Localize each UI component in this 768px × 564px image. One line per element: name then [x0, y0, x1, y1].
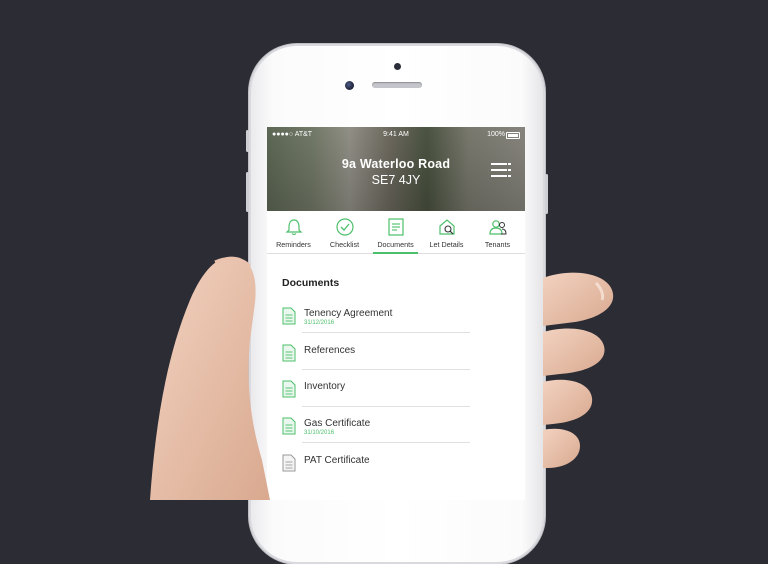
tab-label: Tenants — [484, 240, 511, 249]
volume-up-button — [246, 172, 249, 212]
battery-icon — [506, 132, 520, 139]
tab-checklist[interactable]: Checklist — [319, 211, 370, 253]
status-bar: ●●●●○ AT&T 9:41 AM 100% — [267, 129, 525, 141]
tab-let-details[interactable]: Let Details — [421, 211, 472, 253]
battery-percent: 100% — [487, 131, 505, 138]
document-list-icon — [388, 218, 404, 236]
document-name: Tenency Agreement — [304, 308, 393, 319]
power-button — [545, 174, 548, 214]
tab-tenants[interactable]: Tenants — [472, 211, 523, 253]
document-item[interactable]: Gas Certificate 31/10/2016 — [282, 417, 512, 449]
check-circle-icon — [336, 218, 354, 236]
tab-label: Reminders — [276, 240, 311, 249]
document-item[interactable]: Inventory — [282, 380, 512, 412]
document-item[interactable]: PAT Certificate — [282, 454, 512, 486]
document-item[interactable]: References — [282, 344, 512, 376]
divider — [302, 406, 470, 407]
property-address: 9a Waterloo Road SE7 4JY — [267, 157, 525, 187]
document-icon — [282, 307, 296, 325]
house-search-icon — [439, 219, 455, 235]
front-camera — [345, 81, 354, 90]
document-date: 31/12/2016 — [304, 320, 335, 326]
earpiece-speaker — [372, 82, 422, 88]
bell-icon — [285, 219, 303, 236]
divider — [302, 332, 470, 333]
document-name: References — [304, 345, 356, 356]
app-screen: ●●●●○ AT&T 9:41 AM 100% 9a Waterloo Road… — [267, 127, 525, 500]
postcode: SE7 4JY — [371, 173, 421, 187]
document-date: 31/10/2016 — [304, 430, 335, 436]
address-line: 9a Waterloo Road — [341, 157, 451, 171]
document-icon — [282, 454, 296, 472]
document-item[interactable]: Tenency Agreement 31/12/2016 — [282, 307, 512, 339]
tab-bar: Reminders Checklist Documents Let Detail… — [267, 211, 525, 254]
tab-label: Documents — [377, 240, 414, 249]
tab-label: Checklist — [329, 240, 360, 249]
proximity-sensor — [394, 63, 401, 70]
document-name: PAT Certificate — [304, 455, 370, 466]
people-icon — [489, 220, 507, 235]
document-name: Inventory — [304, 381, 346, 392]
property-header: ●●●●○ AT&T 9:41 AM 100% 9a Waterloo Road… — [267, 127, 525, 211]
document-name: Gas Certificate — [304, 418, 371, 429]
tab-label: Let Details — [429, 240, 464, 249]
divider — [302, 442, 470, 443]
section-title: Documents — [282, 277, 340, 289]
document-icon — [282, 417, 296, 435]
tab-documents[interactable]: Documents — [370, 211, 421, 254]
menu-icon[interactable] — [491, 162, 511, 178]
divider — [302, 369, 470, 370]
document-icon — [282, 344, 296, 362]
tab-reminders[interactable]: Reminders — [268, 211, 319, 253]
mute-switch — [246, 130, 249, 152]
document-icon — [282, 380, 296, 398]
